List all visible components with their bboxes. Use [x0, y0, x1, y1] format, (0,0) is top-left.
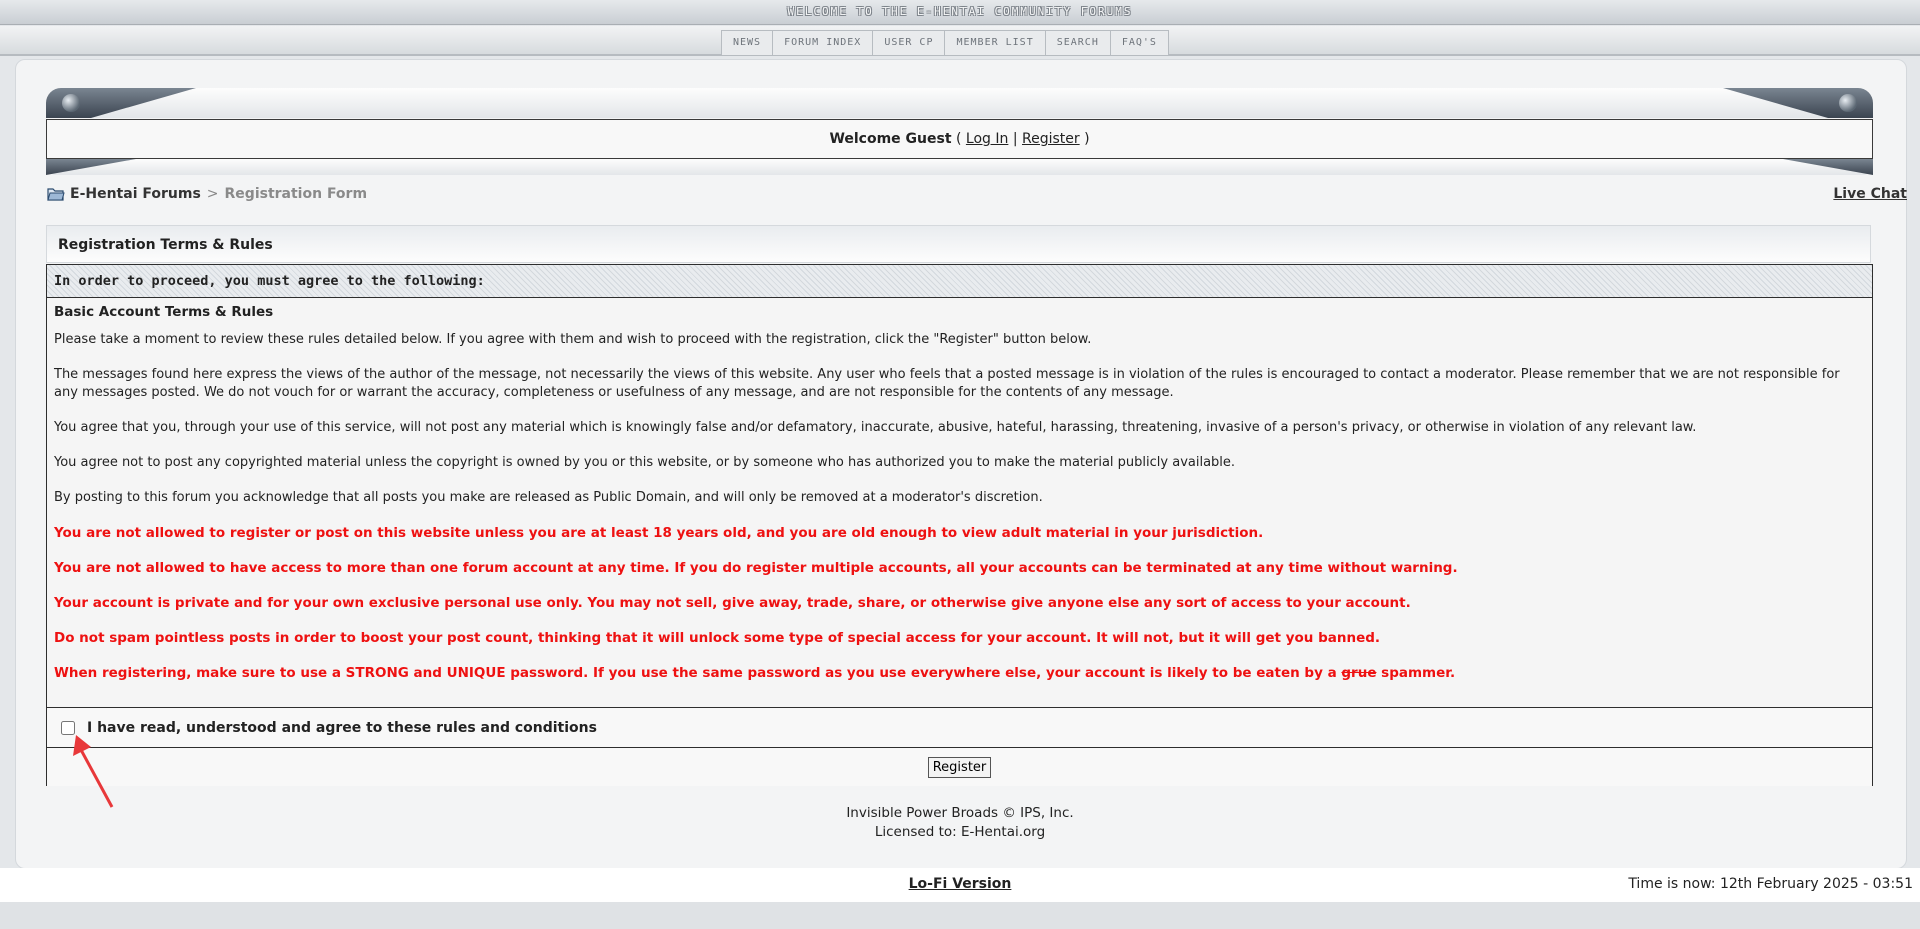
terms-paragraph: You agree not to post any copyrighted ma… — [54, 455, 1236, 470]
nav-menu: NEWS FORUM INDEX USER CP MEMBER LIST SEA… — [721, 30, 1169, 55]
terms-content: Basic Account Terms & Rules Please take … — [47, 298, 1872, 682]
rule-age: You are not allowed to register or post … — [54, 525, 1264, 541]
footer-license: Licensed to: E-Hentai.org — [874, 824, 1046, 840]
top-banner: WELCOME TO THE E-HENTAI COMMUNITY FORUMS — [0, 0, 1920, 25]
live-chat-link[interactable]: Live Chat — [1833, 186, 1907, 202]
nav-bar: NEWS FORUM INDEX USER CP MEMBER LIST SEA… — [0, 26, 1920, 56]
rule-private-account: Your account is private and for your own… — [54, 595, 1411, 611]
rule-password-text: When registering, make sure to use a STR… — [54, 665, 1342, 681]
register-button[interactable]: Register — [927, 756, 992, 778]
rule-password-end: spammer. — [1376, 665, 1456, 681]
footer-wing-left — [46, 159, 136, 175]
footer-credit: Invisible Power Broads © IPS, Inc. Licen… — [0, 804, 1920, 842]
agree-row: I have read, understood and agree to the… — [47, 707, 1872, 748]
footer-wing-right — [1783, 159, 1873, 175]
rule-single-account: You are not allowed to have access to mo… — [54, 560, 1458, 576]
header-decoration-top — [46, 88, 1873, 118]
nav-item-user-cp[interactable]: USER CP — [873, 31, 946, 55]
welcome-bar: Welcome Guest ( Log In | Register ) — [46, 119, 1873, 159]
banner-text: WELCOME TO THE E-HENTAI COMMUNITY FORUMS — [787, 5, 1133, 18]
breadcrumb-home-link[interactable]: E-Hentai Forums — [70, 186, 201, 202]
separator: | — [1012, 131, 1018, 147]
bottom-strip — [0, 902, 1920, 929]
paren-open: ( — [955, 131, 962, 147]
registration-title: Registration Terms & Rules — [46, 225, 1871, 263]
breadcrumb-separator: > — [206, 186, 219, 202]
nav-item-search[interactable]: SEARCH — [1046, 31, 1111, 55]
terms-title: Basic Account Terms & Rules — [54, 304, 274, 320]
rule-password-struck: grue — [1341, 665, 1377, 681]
bottom-bar: Lo-Fi Version Time is now: 12th February… — [0, 868, 1920, 902]
terms-paragraph: The messages found here express the view… — [54, 367, 1840, 400]
nav-item-news[interactable]: NEWS — [722, 31, 774, 55]
nav-item-member-list[interactable]: MEMBER LIST — [945, 31, 1046, 55]
welcome-greeting: Welcome Guest — [829, 131, 952, 147]
terms-paragraph: Please take a moment to review these rul… — [54, 332, 1092, 347]
footer-copyright: Invisible Power Broads © IPS, Inc. — [846, 805, 1074, 821]
nav-item-forum-index[interactable]: FORUM INDEX — [773, 31, 874, 55]
terms-paragraph: By posting to this forum you acknowledge… — [54, 490, 1043, 505]
bolt-icon — [62, 94, 80, 112]
breadcrumb-current: Registration Form — [224, 186, 368, 202]
breadcrumb: E-Hentai Forums > Registration Form — [47, 186, 367, 202]
header-decoration-bottom — [46, 159, 1873, 175]
registration-box: In order to proceed, you must agree to t… — [46, 264, 1873, 786]
folder-icon — [47, 188, 65, 201]
red-arrow-annotation — [73, 735, 114, 808]
registration-subheading: In order to proceed, you must agree to t… — [47, 265, 1872, 298]
button-row: Register — [47, 748, 1872, 786]
server-time: Time is now: 12th February 2025 - 03:51 — [1628, 876, 1913, 892]
nav-item-faqs[interactable]: FAQ'S — [1111, 31, 1168, 55]
rule-password: When registering, make sure to use a STR… — [54, 664, 1865, 682]
terms-paragraph: You agree that you, through your use of … — [54, 420, 1697, 435]
login-link[interactable]: Log In — [966, 131, 1008, 147]
bolt-icon — [1839, 94, 1857, 112]
paren-close: ) — [1084, 131, 1090, 147]
agree-label[interactable]: I have read, understood and agree to the… — [87, 720, 597, 736]
register-link[interactable]: Register — [1022, 131, 1080, 147]
rule-no-spam: Do not spam pointless posts in order to … — [54, 630, 1381, 646]
